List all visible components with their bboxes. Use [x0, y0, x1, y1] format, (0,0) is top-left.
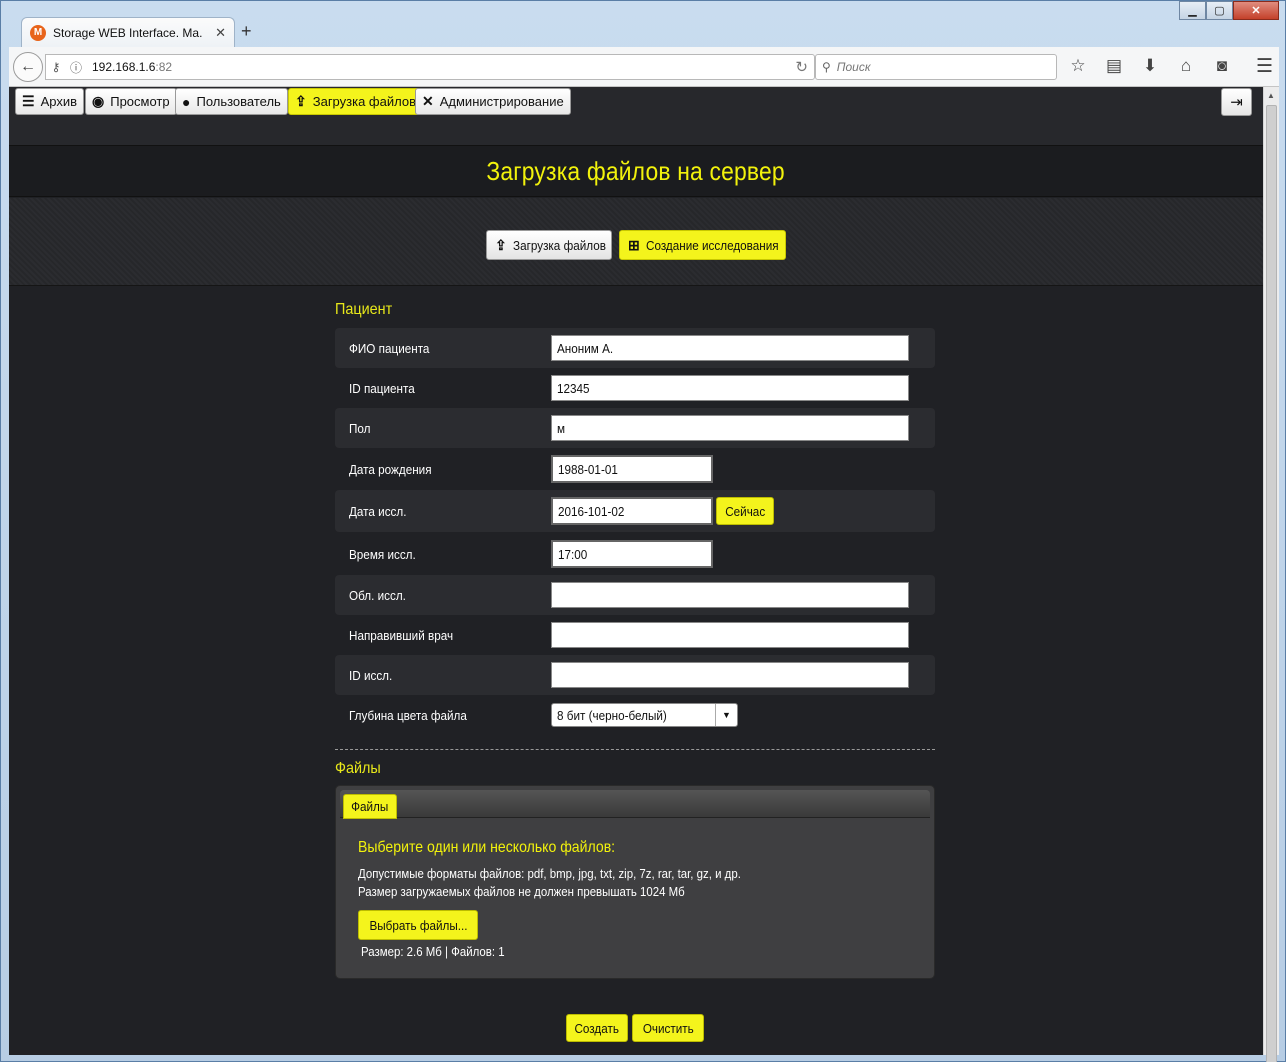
chevron-down-icon[interactable]: ▼ [715, 704, 737, 726]
form-row-study-area: Обл. иссл. [335, 575, 935, 615]
action-bar: ⇪ Загрузка файлов ⊞ Создание исследования [9, 198, 1263, 286]
size-limit-text: Размер загружаемых файлов не должен прев… [358, 884, 685, 899]
form-row-color-depth: Глубина цвета файла 8 бит (черно-белый) … [335, 695, 935, 735]
form-row-name: ФИО пациента Аноним А. [335, 328, 935, 368]
patient-id-input[interactable]: 12345 [551, 375, 909, 401]
study-area-input[interactable] [551, 582, 909, 608]
minimize-icon[interactable]: ▁ [1179, 1, 1206, 20]
menu-admin-button[interactable]: ✕ Администрирование [415, 88, 571, 115]
menu-view-button[interactable]: ◉ Просмотр [85, 88, 177, 115]
browser-tab[interactable]: M Storage WEB Interface. Ma... ✕ [21, 17, 235, 47]
reading-list-icon[interactable]: ▤ [1103, 55, 1125, 77]
files-tabbar: Файлы [340, 790, 930, 819]
tools-icon: ✕ [422, 93, 434, 109]
study-time-input[interactable]: 17:00 [551, 540, 713, 568]
section-divider [335, 749, 935, 750]
top-menu: ☰ Архив ◉ Просмотр ● Пользователь ⇪ Загрузка… [9, 87, 1263, 145]
menu-upload-button[interactable]: ⇪ Загрузка файлов [288, 88, 423, 115]
download-icon[interactable]: ⬇ [1139, 55, 1161, 77]
url-bar[interactable]: ⚷ ⓘ 192.168.1.6:82 ↻ [45, 54, 815, 80]
birthdate-input[interactable]: 1988-01-01 [551, 455, 713, 483]
reload-icon[interactable]: ↻ [795, 58, 808, 76]
form-row-sex: Пол м [335, 408, 935, 448]
toolbar-icons: ☆ ▤ ⬇ ⌂ ◙ [1067, 55, 1233, 77]
sex-input[interactable]: м [551, 415, 909, 441]
form-row-study-date: Дата иссл. 2016-101-02 Сейчас [335, 490, 935, 532]
now-button[interactable]: Сейчас [716, 497, 774, 525]
form-row-birthdate: Дата рождения 1988-01-01 [335, 449, 935, 489]
navigation-bar: ← ⚷ ⓘ 192.168.1.6:82 ↻ ⚲ Поиск ☆ ▤ ⬇ ⌂ ◙… [9, 47, 1279, 87]
study-id-input[interactable] [551, 662, 909, 688]
color-depth-label: Глубина цвета файла [349, 707, 467, 723]
clear-button[interactable]: Очистить [632, 1014, 704, 1042]
title-band: Загрузка файлов на сервер [9, 145, 1263, 197]
favicon-icon: M [30, 24, 46, 41]
scroll-thumb[interactable] [1266, 105, 1277, 1062]
patient-name-label: ФИО пациента [349, 340, 430, 356]
search-icon: ⚲ [822, 60, 831, 74]
window-controls: ▁ ▢ ✕ [1179, 1, 1279, 20]
user-icon: ● [182, 93, 191, 110]
key-icon: ⚷ [51, 60, 61, 74]
form-row-referring-doctor: Направивший врач [335, 615, 935, 655]
page-viewport: ☰ Архив ◉ Просмотр ● Пользователь ⇪ Загрузка… [9, 87, 1263, 1055]
form-row-study-id: ID иссл. [335, 655, 935, 695]
close-tab-icon[interactable]: ✕ [215, 25, 226, 41]
allowed-formats-text: Допустимые форматы файлов: pdf, bmp, jpg… [358, 866, 741, 881]
vertical-scrollbar[interactable]: ▲ [1263, 87, 1279, 1062]
url-text: 192.168.1.6:82 [92, 60, 173, 74]
search-input[interactable]: ⚲ Поиск [815, 54, 1057, 80]
maximize-icon[interactable]: ▢ [1206, 1, 1233, 20]
referring-doctor-input[interactable] [551, 622, 909, 648]
search-placeholder: Поиск [836, 60, 871, 74]
files-summary: Размер: 2.6 Мб | Файлов: 1 [361, 944, 505, 959]
tab-strip: M Storage WEB Interface. Ma... ✕ + ▁ ▢ ✕ [1, 1, 1285, 47]
scroll-up-icon[interactable]: ▲ [1267, 91, 1275, 100]
eye-icon: ◉ [92, 93, 105, 109]
study-time-label: Время иссл. [349, 546, 416, 562]
choose-files-heading: Выберите один или несколько файлов: [358, 839, 616, 856]
upload-icon: ⇪ [295, 93, 307, 109]
study-date-label: Дата иссл. [349, 503, 407, 519]
study-area-label: Обл. иссл. [349, 587, 406, 603]
upload-icon: ⇪ [495, 236, 507, 253]
study-date-input[interactable]: 2016-101-02 [551, 497, 713, 525]
menu-archive-button[interactable]: ☰ Архив [15, 88, 84, 115]
logout-icon[interactable]: ⇥ [1221, 88, 1252, 116]
color-depth-select[interactable]: 8 бит (черно-белый) ▼ [551, 703, 738, 727]
files-panel: Файлы Выберите один или несколько файлов… [335, 785, 935, 979]
browser-window: M Storage WEB Interface. Ma... ✕ + ▁ ▢ ✕… [0, 0, 1286, 1062]
page-title: Загрузка файлов на сервер [486, 155, 786, 186]
hamburger-menu-icon[interactable]: ☰ [1256, 55, 1273, 78]
referring-doctor-label: Направивший врач [349, 627, 454, 643]
form-row-patient-id: ID пациента 12345 [335, 368, 935, 408]
files-heading: Файлы [335, 760, 381, 777]
list-icon: ☰ [22, 93, 35, 109]
study-id-label: ID иссл. [349, 667, 393, 683]
create-button[interactable]: Создать [566, 1014, 628, 1042]
patient-id-label: ID пациента [349, 380, 415, 396]
add-document-icon: ⊞ [628, 236, 640, 253]
new-tab-icon[interactable]: + [241, 21, 252, 42]
tab-files[interactable]: Файлы [343, 794, 397, 819]
patient-name-input[interactable]: Аноним А. [551, 335, 909, 361]
create-study-button[interactable]: ⊞ Создание исследования [619, 230, 786, 260]
bookmark-star-icon[interactable]: ☆ [1067, 55, 1089, 77]
form-row-study-time: Время иссл. 17:00 [335, 534, 935, 574]
study-form: Пациент ФИО пациента Аноним А. ID пациен… [335, 301, 935, 1042]
home-icon[interactable]: ⌂ [1175, 55, 1197, 77]
back-button[interactable]: ← [13, 52, 43, 82]
patient-heading: Пациент [335, 301, 393, 318]
tab-title: Storage WEB Interface. Ma... [53, 25, 203, 40]
birthdate-label: Дата рождения [349, 461, 432, 477]
choose-files-button[interactable]: Выбрать файлы... [358, 910, 478, 940]
upload-files-button[interactable]: ⇪ Загрузка файлов [486, 230, 612, 260]
menu-user-button[interactable]: ● Пользователь [175, 88, 288, 115]
sex-label: Пол [349, 420, 371, 436]
close-window-icon[interactable]: ✕ [1233, 1, 1279, 20]
info-icon[interactable]: ⓘ [66, 59, 86, 76]
pocket-icon[interactable]: ◙ [1211, 55, 1233, 77]
